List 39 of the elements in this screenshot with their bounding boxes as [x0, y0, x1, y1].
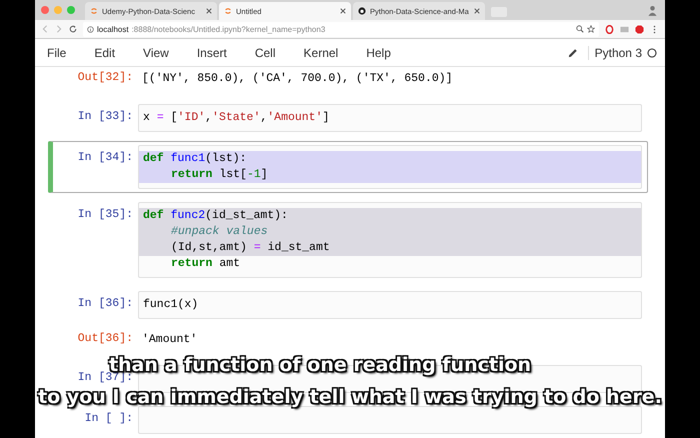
adblock-icon[interactable]: [635, 24, 644, 34]
profile-icon[interactable]: [648, 4, 657, 16]
cell-prompt: In [ ]:: [84, 411, 134, 425]
kernel-name: Python 3: [588, 46, 642, 60]
code-line: func1(x): [142, 297, 200, 313]
close-icon[interactable]: [474, 8, 480, 14]
output-text: [('NY', 850.0), ('CA', 700.0), ('TX', 650.0)]: [141, 71, 454, 87]
code-line: return amt: [170, 256, 242, 272]
menu-item[interactable]: Cell: [254, 46, 276, 60]
menu-item[interactable]: View: [143, 46, 169, 60]
cell-prompt: In [34]:: [76, 150, 134, 164]
menu-item[interactable]: Edit: [94, 46, 116, 60]
code-input[interactable]: def func1(lst): return lst[-1]: [138, 145, 642, 189]
menu-item[interactable]: File: [47, 46, 66, 60]
subtitle-text: to you I can immediately tell what I was trying to do here.: [38, 386, 662, 408]
menu-item[interactable]: Help: [366, 46, 391, 60]
menu-item[interactable]: Kernel: [304, 46, 338, 60]
cell-prompt: In [35]:: [76, 207, 134, 221]
pencil-icon[interactable]: [568, 48, 578, 58]
cell-prompt: Out[36]:: [76, 331, 134, 345]
opera-icon[interactable]: [605, 24, 614, 34]
menu-item[interactable]: Insert: [196, 46, 227, 60]
close-icon[interactable]: [206, 8, 212, 14]
kernel-idle-icon: [647, 48, 657, 58]
code-input[interactable]: def func2(id_st_amt): #unpack values (Id,st,amt) = id_st_amt return amt: [138, 202, 642, 278]
output-text: 'Amount': [141, 332, 198, 348]
selected-cell[interactable]: In [34]: def func1(lst): return lst[-1]: [48, 141, 648, 193]
cell-prompt: Out[32]:: [76, 70, 134, 84]
code-input[interactable]: func1(x): [138, 291, 642, 319]
code-line: x = ['ID','State','Amount']: [142, 110, 330, 126]
star-icon[interactable]: [587, 25, 595, 34]
reload-icon[interactable]: [69, 25, 77, 34]
close-icon[interactable]: [340, 8, 346, 14]
info-icon[interactable]: [87, 26, 94, 33]
zoom-icon[interactable]: [576, 25, 584, 34]
cell-prompt: In [33]:: [76, 109, 134, 123]
code-input[interactable]: x = ['ID','State','Amount']: [138, 104, 642, 132]
address-field[interactable]: localhost :8888/notebooks/Untitled.ipynb?kernel_name=python3: [83, 22, 599, 37]
cell-prompt: In [36]:: [76, 296, 134, 310]
